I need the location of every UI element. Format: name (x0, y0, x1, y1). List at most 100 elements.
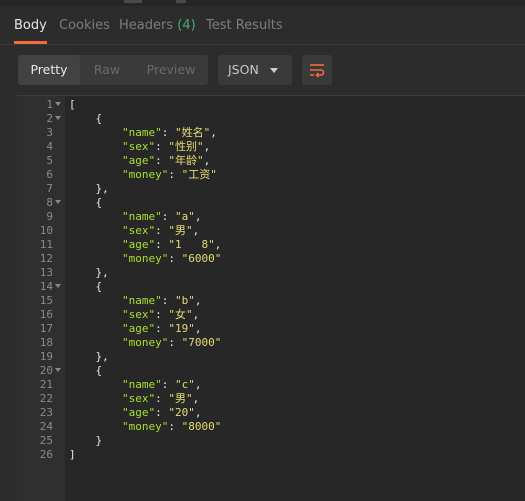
json-string-value: "男" (168, 224, 193, 237)
tab-cookies[interactable]: Cookies (59, 6, 110, 44)
code-text: { (69, 196, 103, 210)
line-number: 23 (39, 406, 53, 419)
code-text: "age": "19", (69, 322, 202, 336)
response-panel: Body Cookies Headers (4) Test Results Pr… (0, 0, 525, 501)
json-comma: , (194, 210, 202, 223)
json-string-value: "a" (174, 210, 195, 223)
fold-arrow-icon[interactable] (55, 284, 61, 288)
json-separator: : (155, 140, 169, 153)
json-bracket: ] (69, 448, 76, 461)
code-text: "money": "7000" (69, 336, 221, 350)
json-key: "age" (121, 154, 156, 167)
json-key: "money" (121, 252, 169, 265)
json-string-value: "工资" (181, 168, 217, 181)
json-string-value: "姓名" (174, 126, 211, 139)
json-separator: : (161, 294, 175, 307)
json-string-value: "年龄" (168, 154, 204, 167)
format-select-value: JSON (228, 62, 259, 77)
json-separator: : (155, 154, 169, 167)
json-separator: : (168, 168, 182, 181)
tab-headers[interactable]: Headers (4) (119, 6, 196, 44)
tab-cookies-label: Cookies (59, 18, 110, 33)
json-key: "money" (121, 420, 169, 433)
fold-arrow-icon[interactable] (55, 368, 61, 372)
line-number: 11 (39, 238, 53, 251)
json-key: "money" (121, 336, 169, 349)
line-number: 4 (46, 140, 53, 153)
json-key: "sex" (121, 308, 156, 321)
json-key: "age" (121, 238, 156, 251)
raw-button[interactable]: Raw (80, 55, 134, 85)
line-number: 19 (39, 350, 53, 363)
tab-body[interactable]: Body (14, 6, 47, 44)
code-text: }, (69, 182, 109, 196)
fold-arrow-icon[interactable] (55, 200, 61, 204)
code-text: "name": "c", (69, 378, 202, 392)
json-separator: : (155, 406, 169, 419)
json-string-value: "8000" (181, 420, 222, 433)
code-text: "name": "a", (69, 210, 202, 224)
json-comma: , (214, 238, 222, 251)
pretty-button[interactable]: Pretty (18, 55, 80, 85)
code-text: }, (69, 350, 109, 364)
json-string-value: "男" (168, 392, 193, 405)
json-key: "sex" (121, 224, 156, 237)
tab-test-results-label: Test Results (206, 18, 283, 33)
line-number: 16 (39, 308, 53, 321)
line-number: 2 (46, 112, 53, 125)
json-string-value: "性别" (168, 140, 204, 153)
fold-arrow-icon[interactable] (55, 116, 61, 120)
json-string-value: "b" (174, 294, 195, 307)
tab-test-results[interactable]: Test Results (206, 6, 283, 44)
wrap-lines-button[interactable] (302, 55, 332, 85)
code-text: { (69, 280, 103, 294)
json-key: "name" (121, 378, 162, 391)
json-comma: , (192, 224, 200, 237)
json-comma: , (203, 154, 211, 167)
json-bracket: }, (95, 350, 109, 363)
tab-headers-label: Headers (119, 18, 174, 33)
json-bracket: } (95, 434, 103, 447)
json-string-value: "20" (168, 406, 195, 419)
json-key: "age" (121, 406, 156, 419)
json-bracket: { (95, 364, 103, 377)
code-text: }, (69, 266, 109, 280)
code-text: "sex": "男", (69, 224, 199, 238)
line-number: 18 (39, 336, 53, 349)
view-mode-toggle: Pretty Raw Preview (18, 55, 208, 85)
line-number: 15 (39, 294, 53, 307)
code-text: "age": "年龄", (69, 154, 210, 168)
response-code-editor[interactable]: 1 [2 {3 "name": "姓名", 4 "sex": "性别", 5 "age… (17, 95, 525, 501)
code-text: "sex": "女", (69, 308, 199, 322)
fold-arrow-icon[interactable] (55, 102, 61, 106)
code-text: { (69, 112, 103, 126)
json-string-value: "6000" (181, 252, 222, 265)
json-string-value: "女" (168, 308, 193, 321)
json-comma: , (210, 126, 217, 139)
json-comma: , (194, 406, 202, 419)
code-text: "sex": "男", (69, 392, 199, 406)
code-text: "money": "工资" (69, 168, 217, 182)
line-number: 21 (39, 378, 53, 391)
json-separator: : (155, 322, 169, 335)
json-string-value: "7000" (181, 336, 222, 349)
format-select[interactable]: JSON (218, 55, 292, 85)
line-number: 13 (39, 266, 53, 279)
json-separator: : (161, 378, 175, 391)
preview-button[interactable]: Preview (134, 55, 208, 85)
line-number: 12 (39, 252, 53, 265)
